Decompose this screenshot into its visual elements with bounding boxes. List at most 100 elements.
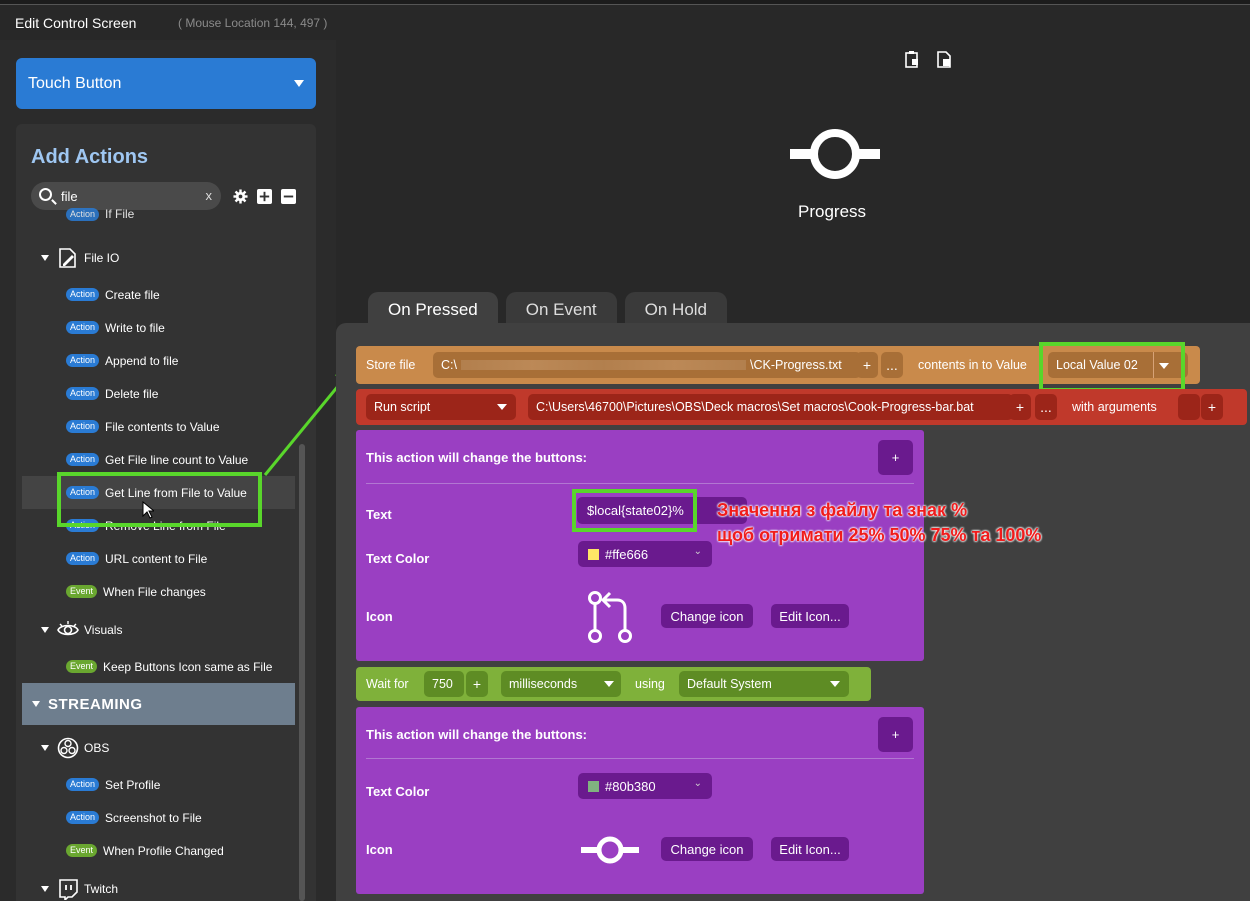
group-label: OBS: [84, 740, 110, 755]
gear-icon[interactable]: [233, 189, 248, 204]
add-change-button[interactable]: +: [878, 440, 913, 475]
actions-scrollbar[interactable]: [299, 444, 305, 901]
progress-preview-icon: [790, 129, 880, 179]
wait-plus-button[interactable]: +: [466, 671, 488, 697]
run-script-action: Run script C:\Users\46700\Pictures\OBS\D…: [356, 389, 1247, 425]
section-streaming[interactable]: STREAMING: [22, 683, 295, 725]
add-actions-title: Add Actions: [31, 146, 149, 168]
expand-triangle-icon: [41, 254, 49, 261]
expand-triangle-icon: [41, 744, 49, 751]
add-argument-button[interactable]: +: [1201, 394, 1223, 420]
edit-icon-button[interactable]: Edit Icon...: [771, 837, 849, 861]
collapse-all-icon[interactable]: [281, 189, 296, 204]
expand-all-icon[interactable]: [257, 189, 272, 204]
action-badge: Action: [66, 354, 100, 367]
list-item-label: Delete file: [105, 386, 159, 401]
store-file-label: Store file: [366, 358, 416, 372]
highlight-box: [572, 489, 697, 532]
list-item-label: Screenshot to File: [105, 810, 202, 825]
list-item-label: File contents to Value: [105, 419, 220, 434]
divider: [366, 758, 914, 759]
event-badge: Event: [66, 660, 98, 673]
group-label: Visuals: [84, 622, 123, 637]
list-item[interactable]: Action Set Profile: [66, 768, 316, 801]
list-item-label: Keep Buttons Icon same as File: [103, 659, 273, 674]
browse-path-button[interactable]: ...: [881, 352, 903, 378]
script-path-input[interactable]: C:\Users\46700\Pictures\OBS\Deck macros\…: [528, 394, 1013, 420]
chevron-down-icon: ⌄: [693, 778, 702, 789]
list-item[interactable]: Event When File changes: [66, 575, 316, 608]
group-file-io[interactable]: File IO: [41, 241, 316, 274]
clear-search-button[interactable]: x: [206, 188, 213, 203]
wait-value-input[interactable]: 750: [424, 671, 464, 697]
copy-clipboard-icon[interactable]: [903, 50, 921, 68]
tab-on-hold[interactable]: On Hold: [624, 292, 728, 327]
path-start: C:\: [441, 358, 457, 372]
list-item-label: Get File line count to Value: [105, 452, 249, 467]
list-item[interactable]: Action URL content to File: [66, 542, 316, 575]
icon-label: Icon: [366, 842, 393, 857]
system-select[interactable]: Default System: [679, 671, 849, 697]
control-type-value: Touch Button: [28, 74, 122, 92]
group-visuals[interactable]: Visuals: [41, 613, 316, 646]
list-item-label: Write to file: [105, 320, 165, 335]
list-item[interactable]: Event Keep Buttons Icon same as File: [66, 650, 316, 683]
annotation-line-2: щоб отримати 25% 50% 75% та 100%: [717, 525, 1042, 545]
tab-on-event[interactable]: On Event: [505, 292, 617, 327]
annotation-line-1: Значення з файлу та знак %: [717, 500, 968, 520]
add-change-button[interactable]: +: [878, 717, 913, 752]
list-item-label: If File: [105, 207, 135, 221]
wait-unit-select[interactable]: milliseconds: [501, 671, 621, 697]
run-mode-select[interactable]: Run script: [366, 394, 516, 420]
list-item[interactable]: Event When Profile Changed: [66, 834, 316, 867]
change-buttons-title: This action will change the buttons:: [366, 450, 588, 465]
redacted-path: [460, 360, 746, 370]
mouse-location: ( Mouse Location 144, 497 ): [178, 16, 328, 30]
search-icon: [39, 188, 52, 201]
change-icon-button[interactable]: Change icon: [661, 604, 753, 628]
expand-triangle-icon: [32, 701, 40, 707]
tab-on-pressed[interactable]: On Pressed: [368, 292, 498, 327]
arguments-input[interactable]: [1178, 394, 1200, 420]
list-item[interactable]: Action Write to file: [66, 311, 316, 344]
wait-unit-text: milliseconds: [509, 677, 578, 691]
divider: [366, 483, 914, 484]
group-obs[interactable]: OBS: [41, 731, 316, 764]
group-twitch[interactable]: Twitch: [41, 872, 316, 901]
browse-script-button[interactable]: ...: [1035, 394, 1057, 420]
list-item-label: When File changes: [103, 584, 206, 599]
expand-triangle-icon: [41, 626, 49, 633]
list-item[interactable]: Action Create file: [66, 278, 316, 311]
action-badge: Action: [66, 387, 100, 400]
list-item[interactable]: Action If File: [66, 203, 316, 225]
eye-icon: [57, 620, 79, 635]
paste-clipboard-icon[interactable]: [935, 50, 953, 68]
window-top-border: [0, 0, 1250, 5]
script-path-text: C:\Users\46700\Pictures\OBS\Deck macros\…: [536, 400, 974, 414]
text-color-picker[interactable]: #80b380 ⌄: [578, 773, 712, 799]
group-label: File IO: [84, 250, 120, 265]
edit-icon-button[interactable]: Edit Icon...: [771, 604, 849, 628]
text-label: Text: [366, 507, 392, 522]
add-path-button[interactable]: +: [856, 352, 878, 378]
add-script-button[interactable]: +: [1009, 394, 1031, 420]
change-icon-button[interactable]: Change icon: [661, 837, 753, 861]
list-item-label: Create file: [105, 287, 160, 302]
text-color-label: Text Color: [366, 551, 430, 566]
action-badge: Action: [66, 811, 100, 824]
expand-triangle-icon: [41, 885, 49, 892]
wait-value: 750: [432, 677, 453, 691]
progress-icon: [581, 836, 639, 864]
chevron-down-icon: [497, 404, 507, 410]
store-file-path-input[interactable]: C:\ \CK-Progress.txt: [433, 352, 861, 378]
run-mode-text: Run script: [374, 400, 431, 414]
path-end: \CK-Progress.txt: [749, 358, 842, 372]
color-value: #80b380: [605, 778, 656, 794]
chevron-down-icon: ⌄: [693, 546, 702, 557]
system-text: Default System: [687, 677, 772, 691]
text-color-picker[interactable]: #ffe666 ⌄: [578, 541, 712, 567]
control-type-select[interactable]: Touch Button: [16, 58, 316, 109]
wait-action: Wait for 750 + milliseconds using Defaul…: [356, 667, 871, 701]
list-item[interactable]: Action Screenshot to File: [66, 801, 316, 834]
highlight-box: [57, 472, 262, 527]
